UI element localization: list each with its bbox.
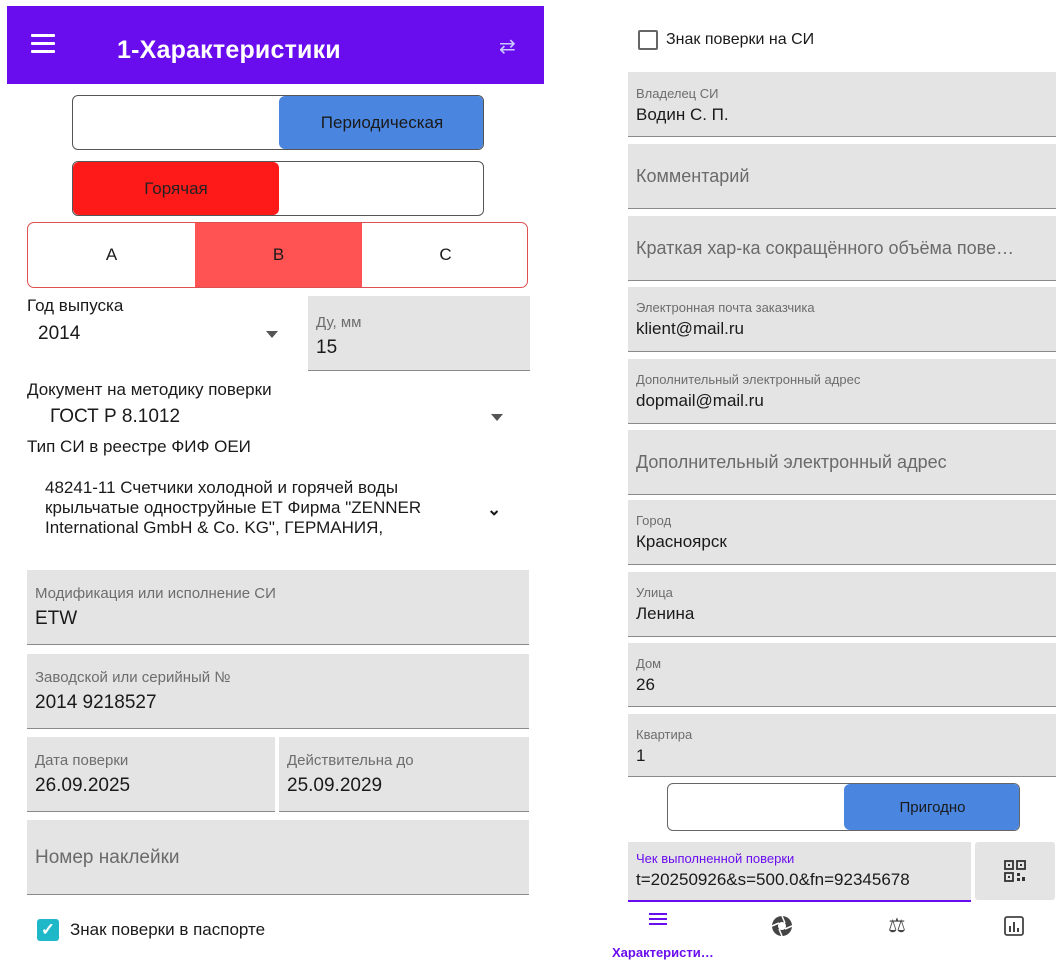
water-type-option-right[interactable] [279,162,483,215]
chevron-down-icon: ⌄ [487,500,502,519]
house-value: 26 [636,675,655,694]
qr-code-icon [1004,860,1026,882]
si-type-label: Тип СИ в реестре ФИФ ОЕИ [27,437,251,456]
verification-type-option-left[interactable] [73,96,279,149]
method-doc-value: ГОСТ Р 8.1012 [50,406,181,427]
result-option-left[interactable] [668,784,844,830]
house-label: Дом [636,656,662,671]
method-doc-label: Документ на методику поверки [27,380,272,399]
street-field[interactable]: Улица Ленина [628,572,1056,637]
apartment-value: 1 [636,746,646,765]
apartment-field[interactable]: Квартира 1 [628,714,1056,777]
nav-item-characteristics[interactable]: Характеристи… [612,905,722,961]
extra-email-value: dopmail@mail.ru [636,391,764,410]
short-description-field[interactable]: Краткая хар-ка сокращённого объёма пове… [628,216,1056,281]
si-type-line-3: International GmbH & Co. KG", ГЕРМАНИЯ, [45,518,384,537]
street-value: Ленина [636,604,695,623]
passport-mark-checkbox[interactable]: ✓ [37,919,59,941]
extra-email-field[interactable]: Дополнительный электронный адрес dopmail… [628,359,1056,424]
year-value: 2014 [38,323,81,344]
chart-icon [1004,916,1024,936]
result-toggle: Пригодно [667,783,1020,831]
comment-placeholder: Комментарий [636,166,750,186]
bottom-nav: Характеристи… ⚖ [612,905,1059,961]
verification-date-value: 26.09.2025 [35,775,131,796]
camera-shutter-icon [771,915,793,937]
street-label: Улица [636,585,673,600]
receipt-field[interactable]: Чек выполненной поверки t=20250926&s=500… [628,842,971,902]
dropdown-arrow-icon [491,414,503,421]
si-type-line-1: 48241-11 Счетчики холодной и горячей вод… [45,478,399,497]
result-option-suitable[interactable]: Пригодно [844,784,1019,830]
class-option-c[interactable]: C [362,223,527,287]
water-type-toggle: Горячая [72,161,484,216]
serial-number-label: Заводской или серийный № [35,669,231,686]
du-field[interactable]: Ду, мм 15 [308,296,530,371]
scales-icon: ⚖ [888,915,906,937]
nav-item-camera[interactable] [762,911,802,941]
extra-email-label: Дополнительный электронный адрес [636,372,861,387]
nav-item-characteristics-label: Характеристи… [612,945,714,960]
si-type-dropdown[interactable]: 48241-11 Счетчики холодной и горячей вод… [27,478,519,548]
verification-date-label: Дата поверки [35,752,129,769]
du-label: Ду, мм [316,314,362,331]
list-icon [649,913,667,925]
city-value: Красноярск [636,532,727,551]
apartment-label: Квартира [636,727,693,742]
valid-until-field[interactable]: Действительна до 25.09.2029 [279,737,529,812]
modification-value: ETW [35,608,78,629]
modification-label: Модификация или исполнение СИ [35,585,276,602]
class-selector: A B C [27,222,528,288]
owner-label: Владелец СИ [636,86,719,101]
house-field[interactable]: Дом 26 [628,643,1056,707]
verification-type-toggle: Периодическая [72,95,484,150]
si-mark-checkbox[interactable] [638,30,658,50]
serial-number-field[interactable]: Заводской или серийный № 2014 9218527 [27,654,529,729]
sticker-number-field[interactable]: Номер наклейки [27,820,529,895]
nav-item-scales[interactable]: ⚖ [880,911,920,941]
short-description-placeholder: Краткая хар-ка сокращённого объёма пове… [636,238,1014,258]
swap-icon[interactable]: ⇄ [499,37,531,57]
app-bar: 1-Характеристики ⇄ [7,6,544,84]
comment-field[interactable]: Комментарий [628,144,1056,209]
qr-scan-button[interactable] [975,842,1055,900]
class-option-b[interactable]: B [195,223,362,287]
customer-email-value: klient@mail.ru [636,319,744,338]
year-dropdown[interactable]: 2014 [27,318,290,352]
extra-email-2-placeholder: Дополнительный электронный адрес [636,452,947,472]
city-label: Город [636,513,672,528]
dropdown-arrow-icon [266,331,278,338]
city-field[interactable]: Город Красноярск [628,500,1056,565]
modification-field[interactable]: Модификация или исполнение СИ ETW [27,570,529,645]
class-option-a[interactable]: A [28,223,195,287]
receipt-label: Чек выполненной поверки [636,851,795,866]
valid-until-label: Действительна до [287,752,414,769]
customer-email-label: Электронная почта заказчика [636,300,815,315]
si-type-line-2: крыльчатые одноструйные ЕТ Фирма "ZENNER [45,498,422,517]
nav-item-report[interactable] [994,911,1034,941]
water-type-option-hot[interactable]: Горячая [73,162,279,215]
year-label: Год выпуска [27,296,124,315]
customer-email-field[interactable]: Электронная почта заказчика klient@mail.… [628,287,1056,352]
serial-number-value: 2014 9218527 [35,692,157,713]
menu-icon[interactable] [31,34,55,54]
method-doc-dropdown[interactable]: ГОСТ Р 8.1012 [27,402,519,432]
owner-value: Водин С. П. [636,105,729,124]
du-value: 15 [316,337,338,358]
si-mark-label: Знак поверки на СИ [666,31,815,48]
passport-mark-label: Знак поверки в паспорте [70,920,266,939]
owner-field[interactable]: Владелец СИ Водин С. П. [628,72,1056,137]
extra-email-field-2[interactable]: Дополнительный электронный адрес [628,430,1056,495]
valid-until-value: 25.09.2029 [287,775,383,796]
sticker-number-placeholder: Номер наклейки [35,847,180,868]
page-title: 1-Характеристики [117,36,341,64]
verification-date-field[interactable]: Дата поверки 26.09.2025 [27,737,275,812]
verification-type-option-periodic[interactable]: Периодическая [279,96,483,149]
receipt-value: t=20250926&s=500.0&fn=92345678 [636,870,910,889]
